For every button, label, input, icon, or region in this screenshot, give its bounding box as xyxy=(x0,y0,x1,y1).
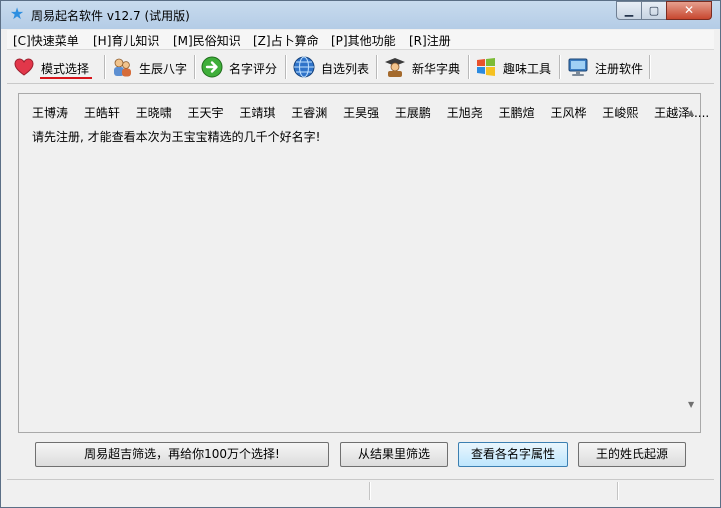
toolbar-label: 名字评分 xyxy=(229,62,278,76)
toolbar-label: 趣味工具 xyxy=(503,62,552,76)
menu-folk[interactable]: [M]民俗知识 xyxy=(173,32,241,49)
minimize-button[interactable]: ▁ xyxy=(616,1,642,20)
menu-bar: [C]快速菜单 [H]育儿知识 [M]民俗知识 [Z]占卜算命 [P]其他功能 … xyxy=(7,30,714,50)
menu-register[interactable]: [R]注册 xyxy=(409,32,451,49)
name-item: 王昊强 xyxy=(343,106,380,120)
toolbar-label: 注册软件 xyxy=(595,62,644,76)
close-button[interactable]: ✕ xyxy=(666,1,712,20)
active-indicator xyxy=(40,77,92,79)
globe-icon xyxy=(293,56,315,78)
name-item: 王鹏煊 xyxy=(498,106,535,120)
toolbar-dictionary-button[interactable]: 新华字典 xyxy=(384,53,468,81)
toolbar-separator xyxy=(285,55,287,79)
name-item: 王睿渊 xyxy=(291,106,328,120)
super-filter-button[interactable]: 周易超吉筛选，再给你100万个选择! xyxy=(35,442,329,467)
toolbar-custom-list-button[interactable]: 自选列表 xyxy=(293,53,377,81)
name-item: 王博涛 xyxy=(32,106,69,120)
toolbar-fun-tools-button[interactable]: 趣味工具 xyxy=(475,53,559,81)
toolbar-bazi-button[interactable]: 生辰八字 xyxy=(111,53,195,81)
monitor-icon xyxy=(568,58,588,76)
scroll-up-icon[interactable]: ▲ xyxy=(688,108,694,117)
people-icon xyxy=(114,58,131,77)
minimize-icon: ▁ xyxy=(624,4,634,17)
scroll-down-icon[interactable]: ▼ xyxy=(688,400,694,409)
name-item: 王靖琪 xyxy=(239,106,276,120)
toolbar-separator xyxy=(194,55,196,79)
name-item: 王旭尧 xyxy=(446,106,483,120)
window-title: 周易起名软件 v12.7 (试用版) xyxy=(31,9,190,23)
toolbar-separator xyxy=(559,55,561,79)
name-item: 王峻熙 xyxy=(602,106,639,120)
menu-other[interactable]: [P]其他功能 xyxy=(331,32,396,49)
name-list: 王博涛 王皓轩 王晓啸 王天宇 王靖琪 王睿渊 王昊强 王展鹏 王旭尧 王鹏煊 … xyxy=(32,104,721,121)
toolbar-mode-button[interactable]: 模式选择 xyxy=(13,53,103,81)
toolbar-label: 新华字典 xyxy=(412,62,461,76)
windows-logo-icon xyxy=(477,58,495,76)
star-icon: ★ xyxy=(9,4,25,23)
name-item: 王晓啸 xyxy=(135,106,172,120)
toolbar-separator xyxy=(649,55,651,79)
toolbar-separator xyxy=(376,55,378,79)
name-item: 王展鹏 xyxy=(394,106,431,120)
heart-icon xyxy=(14,58,34,76)
toolbar-separator xyxy=(104,55,106,79)
maximize-icon: ▢ xyxy=(648,4,660,17)
name-item: 王天宇 xyxy=(187,106,224,120)
menu-quick[interactable]: [C]快速菜单 xyxy=(13,32,79,49)
title-bar[interactable]: ★ 周易起名软件 v12.7 (试用版) ▁ ▢ ✕ xyxy=(1,1,720,29)
results-textarea[interactable]: 王博涛 王皓轩 王晓啸 王天宇 王靖琪 王睿渊 王昊强 王展鹏 王旭尧 王鹏煊 … xyxy=(18,93,709,433)
toolbar-label: 生辰八字 xyxy=(139,62,188,76)
filter-results-button[interactable]: 从结果里筛选 xyxy=(340,442,448,467)
view-attributes-button[interactable]: 查看各名字属性 xyxy=(458,442,568,467)
maximize-button[interactable]: ▢ xyxy=(641,1,667,20)
toolbar-separator xyxy=(468,55,470,79)
name-item: 王越泽..... xyxy=(654,106,710,120)
status-divider xyxy=(369,482,371,500)
close-icon: ✕ xyxy=(683,3,695,17)
menu-parenting[interactable]: [H]育儿知识 xyxy=(93,32,159,49)
toolbar-label: 自选列表 xyxy=(321,62,370,76)
toolbar-label: 模式选择 xyxy=(41,62,90,76)
scholar-icon xyxy=(385,58,405,77)
register-notice: 请先注册, 才能查看本次为王宝宝精选的几千个好名字! xyxy=(32,130,321,144)
name-item: 王风桦 xyxy=(550,106,587,120)
toolbar: 模式选择 生辰八字 名字评分 自选列表 新华字典 趣味工具 注册软件 xyxy=(7,51,714,84)
name-item: 王皓轩 xyxy=(83,106,120,120)
app-window: ★ 周易起名软件 v12.7 (试用版) ▁ ▢ ✕ [C]快速菜单 [H]育儿… xyxy=(0,0,721,508)
toolbar-register-button[interactable]: 注册软件 xyxy=(567,53,651,81)
status-divider xyxy=(617,482,619,500)
menu-divination[interactable]: [Z]占卜算命 xyxy=(253,32,319,49)
toolbar-score-button[interactable]: 名字评分 xyxy=(201,53,285,81)
status-bar xyxy=(7,479,714,502)
surname-origin-button[interactable]: 王的姓氏起源 xyxy=(578,442,686,467)
arrow-right-icon xyxy=(201,56,223,78)
